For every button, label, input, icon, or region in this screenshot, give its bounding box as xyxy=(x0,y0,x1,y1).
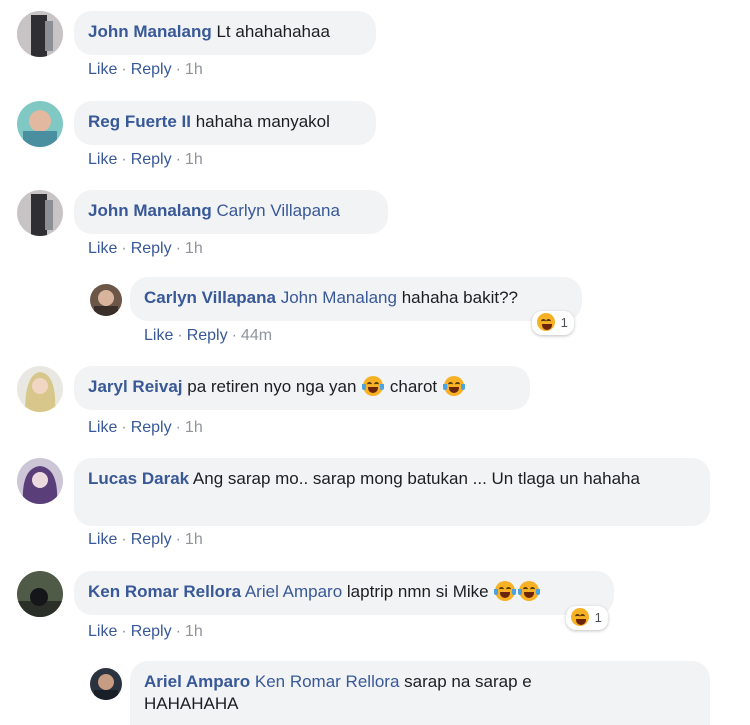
laughing-emoji-icon xyxy=(362,376,385,396)
like-button[interactable]: Like xyxy=(144,327,173,344)
reply-button[interactable]: Reply xyxy=(187,327,228,344)
comment-text: Lt ahahahahaa xyxy=(216,22,330,41)
reply-button[interactable]: Reply xyxy=(131,240,172,257)
comment-author[interactable]: John Manalang xyxy=(88,22,212,41)
timestamp[interactable]: 44m xyxy=(241,327,272,344)
comment-author[interactable]: Ken Romar Rellora xyxy=(88,582,241,601)
like-button[interactable]: Like xyxy=(88,151,117,168)
reply-button[interactable]: Reply xyxy=(131,531,172,548)
avatar[interactable] xyxy=(17,458,63,504)
timestamp[interactable]: 1h xyxy=(185,531,203,548)
reaction-count: 1 xyxy=(594,610,602,625)
comment-author[interactable]: Carlyn Villapana xyxy=(144,288,276,307)
comment-author[interactable]: Jaryl Reivaj xyxy=(88,377,183,396)
comment-actions: Like · Reply · 44m xyxy=(144,327,273,344)
comment-actions: Like · Reply · 1h xyxy=(88,61,203,78)
timestamp[interactable]: 1h xyxy=(185,151,203,168)
reply-button[interactable]: Reply xyxy=(131,61,172,78)
timestamp[interactable]: 1h xyxy=(185,623,203,640)
mention-link[interactable]: Carlyn Villapana xyxy=(216,201,339,220)
laughing-emoji-icon xyxy=(571,608,589,626)
comment-text: charot xyxy=(389,377,438,396)
rofl-emoji-icon xyxy=(518,581,541,601)
like-button[interactable]: Like xyxy=(88,531,117,548)
comment-text: Ang sarap mo.. sarap mong batukan ... Un… xyxy=(192,469,640,488)
comment-text: hahaha bakit?? xyxy=(401,288,518,307)
mention-link[interactable]: John Manalang xyxy=(281,288,397,307)
reply-button[interactable]: Reply xyxy=(131,419,172,436)
comment-actions: Like · Reply · 1h xyxy=(88,623,203,640)
like-button[interactable]: Like xyxy=(88,240,117,257)
reply-button[interactable]: Reply xyxy=(131,151,172,168)
comment-bubble: Reg Fuerte II hahaha manyakol xyxy=(74,101,376,145)
avatar[interactable] xyxy=(90,668,122,700)
reaction-badge[interactable]: 1 xyxy=(532,311,574,335)
comment-bubble: Jaryl Reivaj pa retiren nyo nga yan char… xyxy=(74,366,530,410)
comment-actions: Like · Reply · 1h xyxy=(88,151,203,168)
comment-bubble: John Manalang Carlyn Villapana xyxy=(74,190,388,234)
comment-actions: Like · Reply · 1h xyxy=(88,531,203,548)
avatar[interactable] xyxy=(90,284,122,316)
reply-bubble: Carlyn Villapana John Manalang hahaha ba… xyxy=(130,277,582,321)
mention-link[interactable]: Ken Romar Rellora xyxy=(255,672,400,691)
avatar[interactable] xyxy=(17,366,63,412)
timestamp[interactable]: 1h xyxy=(185,419,203,436)
reaction-badge[interactable]: 1 xyxy=(566,606,608,630)
comment-text: hahaha manyakol xyxy=(195,112,330,131)
reaction-count: 1 xyxy=(560,315,568,330)
comment-text: laptrip nmn si Mike xyxy=(346,582,489,601)
laughing-emoji-icon xyxy=(442,376,465,396)
timestamp[interactable]: 1h xyxy=(185,61,203,78)
comment-author[interactable]: Lucas Darak xyxy=(88,469,189,488)
timestamp[interactable]: 1h xyxy=(185,240,203,257)
mention-link[interactable]: Ariel Amparo xyxy=(245,582,342,601)
reply-button[interactable]: Reply xyxy=(131,623,172,640)
comment-author[interactable]: John Manalang xyxy=(88,201,212,220)
like-button[interactable]: Like xyxy=(88,623,117,640)
like-button[interactable]: Like xyxy=(88,419,117,436)
comment-bubble: Lucas Darak Ang sarap mo.. sarap mong ba… xyxy=(74,458,710,526)
comment-author[interactable]: Ariel Amparo xyxy=(144,672,250,691)
comment-actions: Like · Reply · 1h xyxy=(88,240,203,257)
comment-text: pa retiren nyo nga yan xyxy=(187,377,357,396)
avatar[interactable] xyxy=(17,11,63,57)
avatar[interactable] xyxy=(17,101,63,147)
avatar[interactable] xyxy=(17,571,63,617)
like-button[interactable]: Like xyxy=(88,61,117,78)
comment-bubble: Ken Romar Rellora Ariel Amparo laptrip n… xyxy=(74,571,614,615)
comment-actions: Like · Reply · 1h xyxy=(88,419,203,436)
comment-author[interactable]: Reg Fuerte II xyxy=(88,112,191,131)
reply-bubble: Ariel Amparo Ken Romar Rellora sarap na … xyxy=(130,661,710,725)
comment-bubble: John Manalang Lt ahahahahaa xyxy=(74,11,376,55)
rofl-emoji-icon xyxy=(494,581,517,601)
avatar[interactable] xyxy=(17,190,63,236)
laughing-emoji-icon xyxy=(537,313,555,331)
